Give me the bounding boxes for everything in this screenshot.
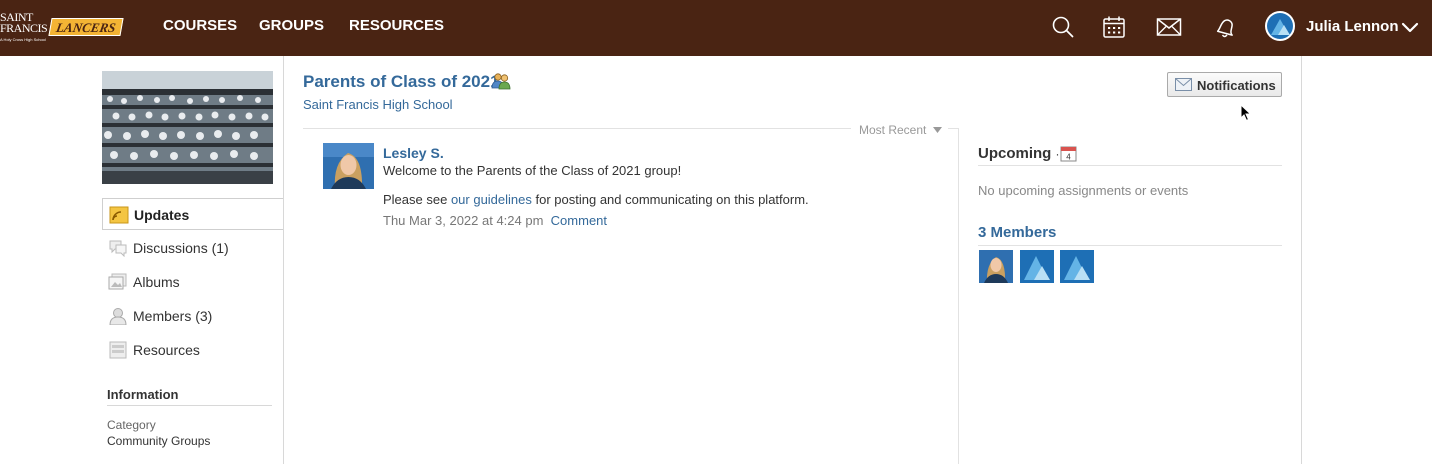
search-icon[interactable] [1050, 14, 1076, 40]
sidebar-item-label: Discussions (1) [133, 240, 229, 256]
upcoming-title: Upcoming [978, 145, 1052, 162]
information-divider [107, 405, 272, 406]
members-divider [978, 245, 1282, 246]
upcoming-separator: · [1055, 147, 1060, 161]
calendar-icon[interactable] [1101, 14, 1127, 40]
logo-tagline: A Holy Cross High School [0, 37, 46, 42]
post-timestamp: Thu Mar 3, 2022 at 4:24 pm [383, 213, 544, 228]
calendar-icon[interactable]: 4 [1060, 145, 1077, 162]
feed-divider [303, 128, 851, 129]
upcoming-divider [978, 165, 1282, 166]
page-title[interactable]: Parents of Class of 2021 [303, 72, 500, 92]
nav-courses[interactable]: COURSES [163, 17, 237, 34]
sidebar-item-label: Resources [133, 342, 200, 358]
sidebar-item-label: Albums [133, 274, 180, 290]
bell-icon[interactable] [1212, 14, 1238, 40]
mouse-cursor-icon [1240, 104, 1252, 122]
member-avatar[interactable] [979, 250, 1013, 283]
rail-divider [958, 128, 959, 464]
nav-groups[interactable]: GROUPS [259, 17, 324, 34]
sort-dropdown[interactable]: Most Recent [859, 123, 926, 137]
post-text: for posting and communicating on this pl… [531, 192, 809, 207]
school-logo[interactable]: SAINT FRANCIS A Holy Cross High School L… [0, 10, 130, 46]
notifications-button[interactable]: Notifications [1167, 72, 1282, 97]
calendar-day: 4 [1066, 153, 1071, 162]
post-body-line-2: Please see our guidelines for posting an… [383, 192, 809, 207]
category-value: Community Groups [107, 434, 211, 448]
envelope-icon [1175, 78, 1192, 91]
group-cover-photo [102, 71, 273, 184]
sidebar-item-label: Updates [134, 207, 190, 223]
updates-icon [109, 206, 129, 224]
logo-school-name: SAINT FRANCIS [0, 10, 48, 35]
user-avatar[interactable] [1265, 11, 1295, 41]
sidebar-item-albums[interactable]: Albums [102, 266, 283, 298]
sidebar-item-updates[interactable]: Updates [102, 198, 283, 230]
information-heading: Information [107, 387, 179, 402]
discussions-icon [109, 240, 127, 257]
school-link[interactable]: Saint Francis High School [303, 97, 453, 112]
post-meta: Thu Mar 3, 2022 at 4:24 pm Comment [383, 213, 607, 228]
guidelines-link[interactable]: our guidelines [451, 192, 532, 207]
member-avatar[interactable] [1060, 250, 1094, 283]
sidebar-item-label: Members (3) [133, 308, 213, 324]
caret-down-icon[interactable] [933, 127, 942, 133]
members-icon [109, 308, 127, 325]
notifications-label: Notifications [1197, 78, 1276, 93]
top-navigation-bar: SAINT FRANCIS A Holy Cross High School L… [0, 0, 1432, 56]
members-heading[interactable]: 3 Members [978, 224, 1056, 241]
left-column-divider [283, 56, 284, 464]
albums-icon [108, 273, 127, 290]
feed-divider-right [948, 128, 958, 129]
upcoming-heading: Upcoming · [978, 145, 1060, 162]
user-name[interactable]: Julia Lennon [1306, 18, 1399, 35]
category-label: Category [107, 418, 156, 432]
post-author-avatar[interactable] [323, 143, 374, 189]
post-author-name[interactable]: Lesley S. [383, 145, 444, 161]
nav-resources[interactable]: RESOURCES [349, 17, 444, 34]
upcoming-empty-text: No upcoming assignments or events [978, 183, 1189, 198]
sidebar-item-members[interactable]: Members (3) [102, 300, 283, 332]
comment-link[interactable]: Comment [551, 213, 607, 228]
member-avatar[interactable] [1020, 250, 1054, 283]
right-page-divider [1301, 56, 1302, 464]
logo-mascot: LANCERS [48, 18, 124, 36]
mail-icon[interactable] [1156, 14, 1182, 40]
group-people-icon [491, 73, 511, 90]
sidebar-item-resources[interactable]: Resources [102, 334, 283, 366]
resources-icon [109, 341, 127, 359]
sidebar-item-discussions[interactable]: Discussions (1) [102, 232, 283, 264]
chevron-down-icon[interactable] [1400, 18, 1420, 38]
post-body-line: Welcome to the Parents of the Class of 2… [383, 163, 682, 178]
post-text: Please see [383, 192, 451, 207]
